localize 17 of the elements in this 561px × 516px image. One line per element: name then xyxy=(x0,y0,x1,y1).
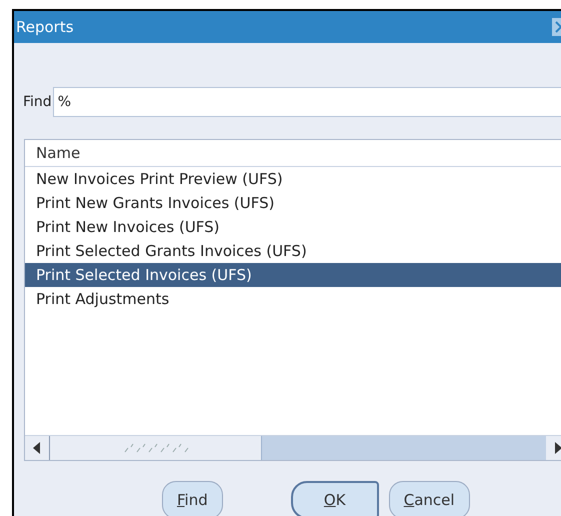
list-item[interactable]: Print Selected Invoices (UFS) xyxy=(25,263,561,287)
window-title: Reports xyxy=(16,18,74,36)
list-item[interactable]: Print New Invoices (UFS) xyxy=(25,215,561,239)
find-field[interactable]: % xyxy=(52,87,561,117)
find-label: Find xyxy=(23,94,52,110)
horizontal-scrollbar[interactable] xyxy=(25,435,561,460)
dialog-button[interactable]: Find xyxy=(162,481,223,516)
list-item[interactable]: Print New Grants Invoices (UFS) xyxy=(25,191,561,215)
right-arrow-icon[interactable] xyxy=(554,442,561,454)
left-arrow-icon[interactable] xyxy=(33,442,41,454)
dialog-button[interactable]: OK xyxy=(290,481,379,516)
grip-icon[interactable] xyxy=(122,443,188,453)
column-header[interactable]: Name xyxy=(25,140,561,167)
list-item[interactable]: Print Selected Grants Invoices (UFS) xyxy=(25,239,561,263)
list-item[interactable]: New Invoices Print Preview (UFS) xyxy=(25,167,561,191)
dialog-button[interactable]: Cancel xyxy=(388,481,470,516)
list-item[interactable]: Print Adjustments xyxy=(25,287,561,311)
